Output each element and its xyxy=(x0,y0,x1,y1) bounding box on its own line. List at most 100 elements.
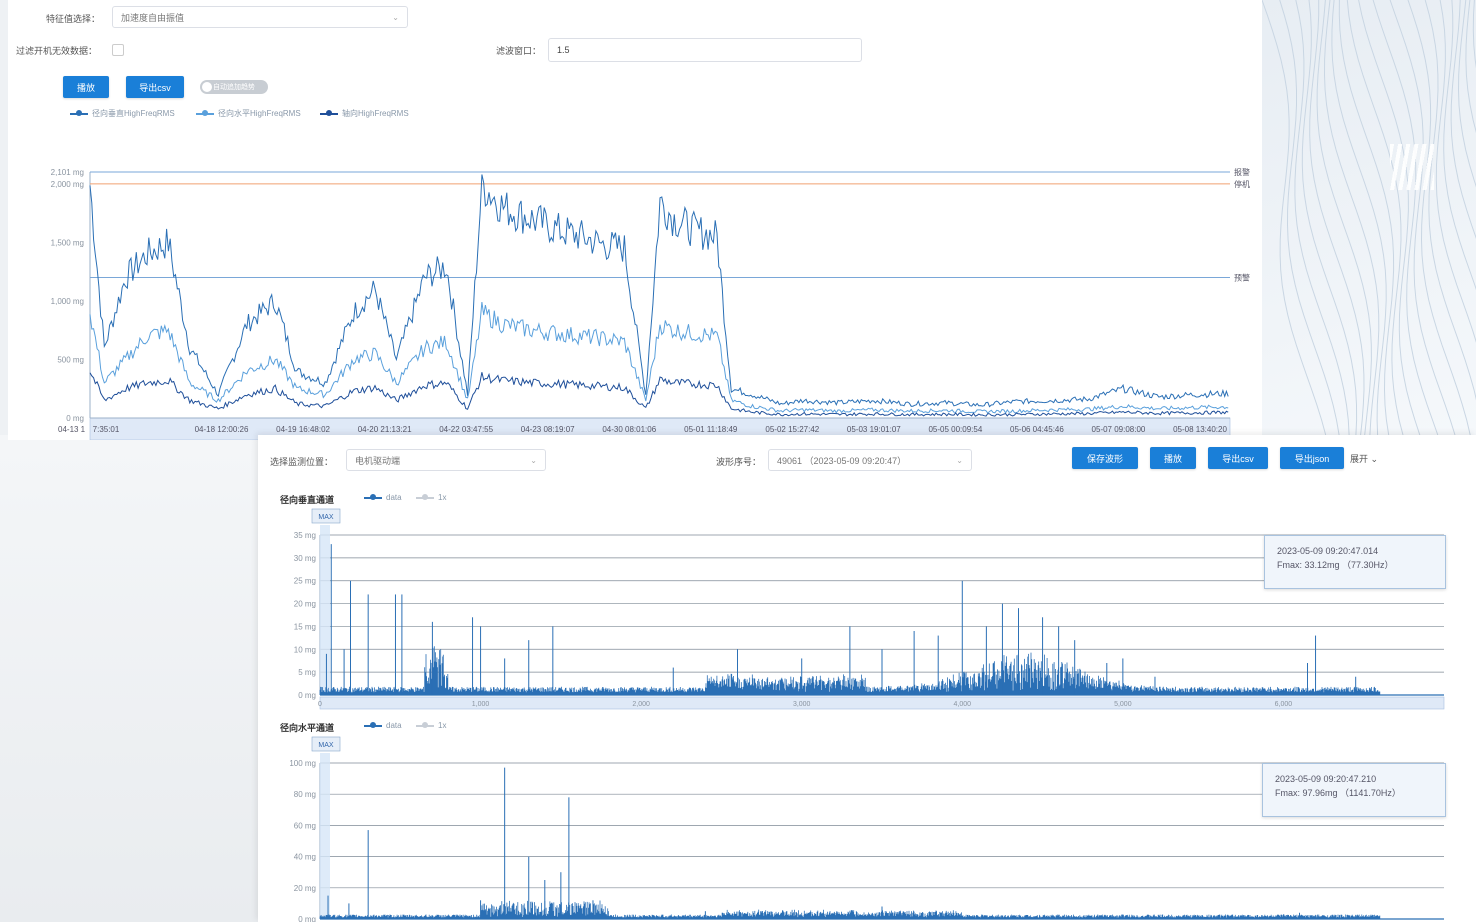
y-tick-label: 10 mg xyxy=(294,645,316,654)
legend-label: 径向水平HighFreqRMS xyxy=(218,109,301,118)
y-tick-label: 1,000 mg xyxy=(51,297,84,306)
tooltip-fmax: Fmax: 33.12mg （77.30Hz） xyxy=(1277,560,1394,570)
y-tick-label: 100 mg xyxy=(289,759,316,768)
x-tick-label: 05-06 04:45:46 xyxy=(1010,425,1064,434)
legend-item-axial[interactable]: 轴向HighFreqRMS xyxy=(320,108,409,119)
play-button[interactable]: 播放 xyxy=(1150,447,1196,469)
x-tick-label: 6,000 xyxy=(1275,701,1293,708)
y-tick-label: 2,000 mg xyxy=(51,180,84,189)
x-tick-label: 2,000 xyxy=(632,701,650,708)
position-select[interactable]: 电机驱动端 ⌄ xyxy=(346,449,546,471)
trend-chart: 0 mg 500 mg 1,000 mg 1,500 mg 2,000 mg 2,101 … xyxy=(51,167,1250,440)
y-tick-label: 25 mg xyxy=(294,577,316,586)
chevron-down-icon: ⌄ xyxy=(956,455,963,465)
x-tick-label: 7:35:01 xyxy=(93,425,120,434)
toggle-knob xyxy=(202,82,212,92)
feature-select-value: 加速度自由振值 xyxy=(121,12,185,23)
y-tick-label: 20 mg xyxy=(294,600,316,609)
wave-select-value: 49061 （2023-05-09 09:20:47） xyxy=(777,455,907,466)
deco-wave-line xyxy=(1279,0,1340,435)
deco-wave-line xyxy=(1338,0,1395,435)
legend-marker-icon xyxy=(416,493,434,500)
x-tick-label: 05-05 00:09:54 xyxy=(928,425,982,434)
filter-label: 过滤开机无效数据： xyxy=(16,46,98,56)
deco-stripes xyxy=(1390,144,1434,190)
deco-wave-line xyxy=(1435,0,1476,343)
legend-item-vertical[interactable]: 径向垂直HighFreqRMS xyxy=(70,108,175,119)
tooltip-time: 2023-05-09 09:20:47.014 xyxy=(1277,546,1379,556)
toggle-label: 自动追加趋势 xyxy=(213,84,255,91)
series-line xyxy=(89,372,1229,417)
deco-wave-line xyxy=(1309,0,1365,435)
legend-item-horizontal[interactable]: 径向水平HighFreqRMS xyxy=(196,108,301,119)
save-waveform-button[interactable]: 保存波形 xyxy=(1072,447,1138,469)
export-csv-button[interactable]: 导出csv xyxy=(126,76,184,98)
x-tick-label: 4,000 xyxy=(954,701,972,708)
x-tick-label: 04-20 21:13:21 xyxy=(358,425,412,434)
chart2-legend-1x[interactable]: 1x xyxy=(416,721,446,730)
x-tick-label: 05-01 11:18:49 xyxy=(684,425,738,434)
chart2-title: 径向水平通道 xyxy=(280,723,335,733)
chart1-title: 径向垂直通道 xyxy=(280,495,335,505)
waveform-panel: 选择监测位置： 电机驱动端 ⌄ 波形序号： 49061 （2023-05-09 … xyxy=(258,435,1476,922)
y-tick-label: 80 mg xyxy=(294,790,316,799)
legend-marker-icon xyxy=(196,109,214,116)
y-tick-label: 60 mg xyxy=(294,821,316,830)
x-tick-label: 05-08 13:40:20 xyxy=(1173,425,1227,434)
export-csv-button[interactable]: 导出csv xyxy=(1208,447,1268,469)
y-tick-label: 20 mg xyxy=(294,884,316,893)
tooltip-time: 2023-05-09 09:20:47.210 xyxy=(1275,774,1377,784)
chart1-legend-data[interactable]: data xyxy=(364,493,402,502)
x-tick-label: 05-02 15:27:42 xyxy=(765,425,819,434)
y-tick-label: 2,101 mg xyxy=(51,168,84,177)
chart2-legend-data[interactable]: data xyxy=(364,721,402,730)
play-button[interactable]: 播放 xyxy=(63,76,109,98)
window-input-value: 1.5 xyxy=(557,45,570,55)
x-tick-label: 04-23 08:19:07 xyxy=(521,425,575,434)
auto-append-toggle[interactable]: 自动追加趋势 xyxy=(200,80,268,94)
tooltip-fmax: Fmax: 97.96mg （1141.70Hz） xyxy=(1275,788,1401,798)
legend-label: 轴向HighFreqRMS xyxy=(342,109,409,118)
chart2-tooltip: 2023-05-09 09:20:47.210 Fmax: 97.96mg （1… xyxy=(1262,763,1446,817)
wave-select[interactable]: 49061 （2023-05-09 09:20:47） ⌄ xyxy=(768,449,972,471)
max-badge-label: MAX xyxy=(318,514,334,521)
threshold-label: 预警 xyxy=(1234,272,1250,282)
legend-marker-icon xyxy=(364,493,382,500)
deco-wave-line xyxy=(1372,0,1439,435)
y-tick-label: 30 mg xyxy=(294,554,316,563)
x-tick-label: 04-30 08:01:06 xyxy=(602,425,656,434)
deco-wave-line xyxy=(1465,0,1476,134)
position-label: 选择监测位置： xyxy=(270,457,334,467)
zoom-handle xyxy=(320,525,330,695)
deco-wave-line xyxy=(1457,0,1476,188)
legend-label: 1x xyxy=(438,493,447,502)
deco-wave-line xyxy=(1301,0,1358,435)
legend-label: 1x xyxy=(438,721,447,730)
x-tick-label: 5,000 xyxy=(1114,701,1132,708)
x-tick-label: 0 xyxy=(318,701,322,708)
legend-label: data xyxy=(386,493,402,502)
threshold-label: 报警 xyxy=(1234,167,1250,177)
x-tick-label: 05-03 19:01:07 xyxy=(847,425,901,434)
y-tick-label: 15 mg xyxy=(294,622,316,631)
chart1-legend-1x[interactable]: 1x xyxy=(416,493,446,502)
x-tick-label: 04-22 03:47:55 xyxy=(439,425,493,434)
legend-marker-icon xyxy=(320,109,338,116)
background-left xyxy=(0,435,258,922)
chevron-down-icon: ⌄ xyxy=(1370,454,1379,464)
position-select-value: 电机驱动端 xyxy=(355,455,401,466)
x-tick-label: 04-13 1 xyxy=(58,425,86,434)
series-line xyxy=(89,302,1229,414)
expand-toggle[interactable]: 展开 ⌄ xyxy=(1350,452,1378,465)
export-json-button[interactable]: 导出json xyxy=(1280,447,1344,469)
feature-select[interactable]: 加速度自由振值 ⌄ xyxy=(112,6,408,28)
wave-label: 波形序号： xyxy=(716,457,762,467)
filter-checkbox[interactable] xyxy=(112,44,124,56)
spectrum-noise xyxy=(319,900,1381,919)
trend-panel: 特征值选择： 加速度自由振值 ⌄ 过滤开机无效数据： 滤波窗口： 1.5 播放 … xyxy=(8,0,1262,440)
y-tick-label: 500 mg xyxy=(57,355,84,364)
deco-wave-line xyxy=(1443,0,1476,291)
legend-label: data xyxy=(386,721,402,730)
window-input[interactable]: 1.5 xyxy=(548,38,862,62)
expand-label: 展开 xyxy=(1350,454,1369,464)
